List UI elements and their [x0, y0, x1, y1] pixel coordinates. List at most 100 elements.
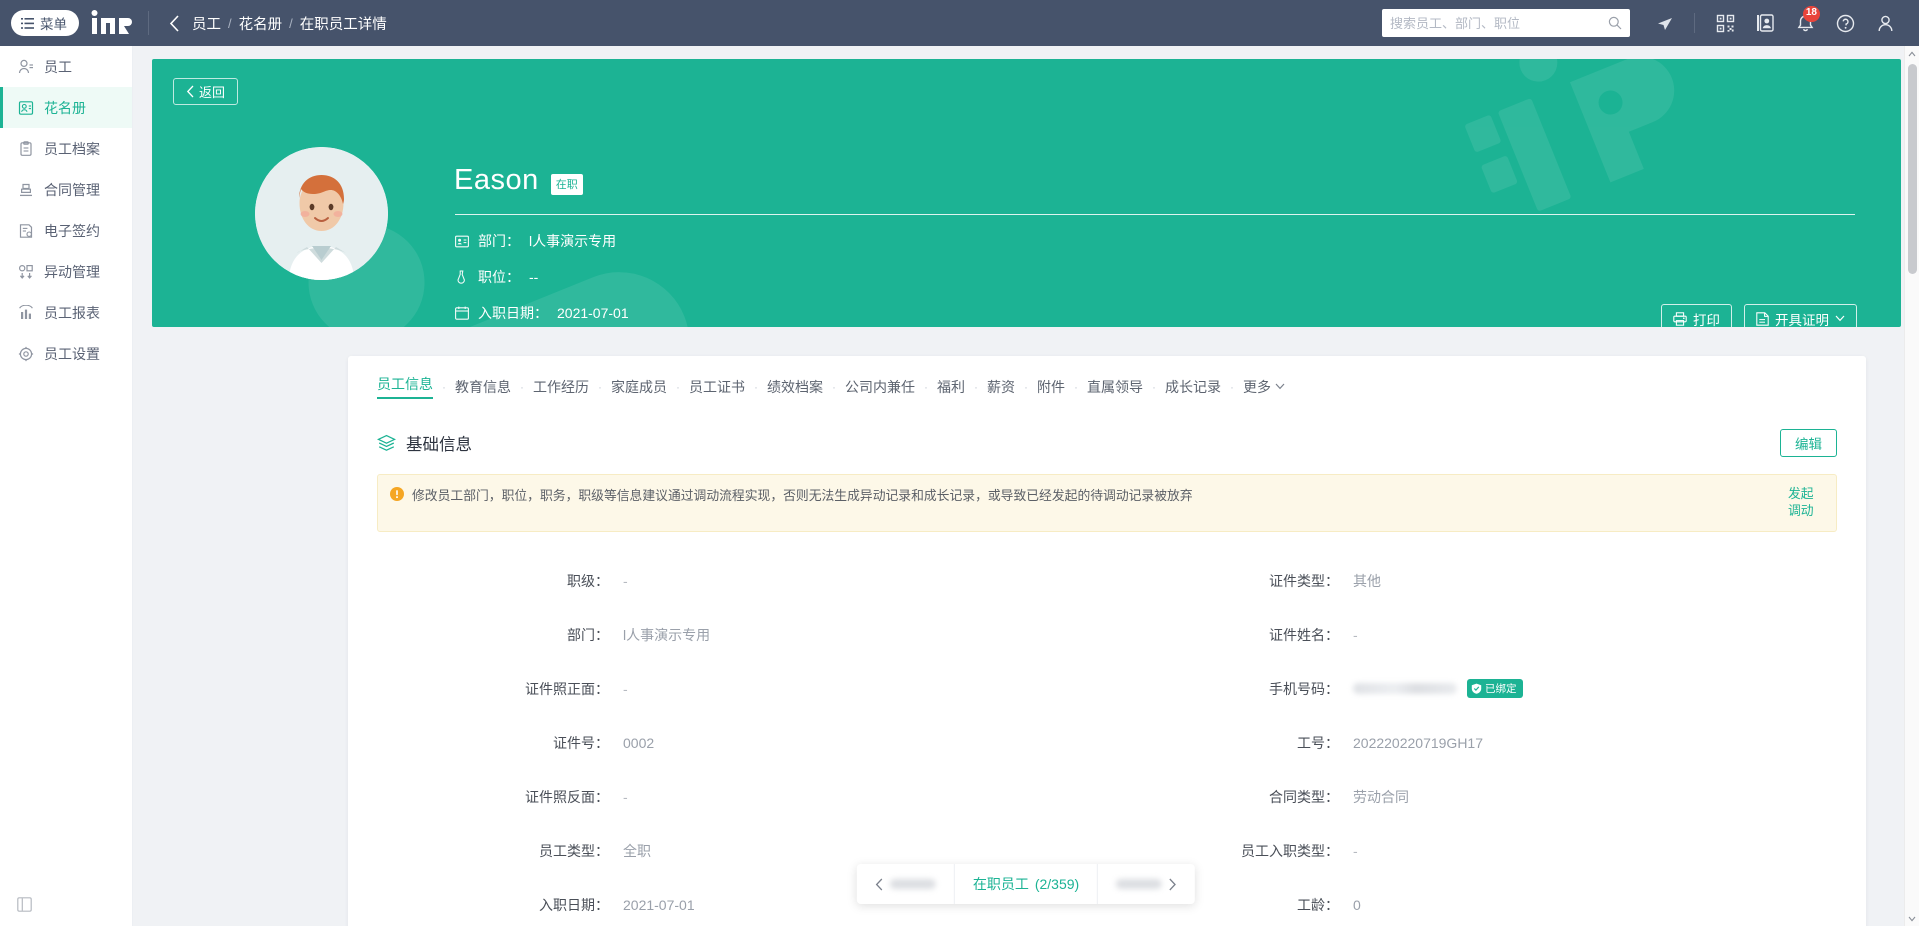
qr-code-button[interactable]	[1705, 0, 1745, 46]
menu-button[interactable]: 菜单	[11, 10, 79, 36]
sidebar-item-label: 员工报表	[44, 303, 100, 323]
field-row: 合同类型： 劳动合同	[1107, 770, 1837, 824]
sidebar-item-label: 异动管理	[44, 262, 100, 282]
sidebar-item-label: 员工档案	[44, 139, 100, 159]
help-button[interactable]	[1825, 0, 1865, 46]
tab-education-info[interactable]: 教育信息	[455, 377, 511, 397]
tab-separator: ·	[924, 380, 928, 394]
brand-logo	[90, 10, 132, 36]
tab-work-experience[interactable]: 工作经历	[533, 377, 589, 397]
ihr-logo-icon	[90, 10, 132, 36]
sidebar-item-roster[interactable]: 花名册	[0, 87, 132, 128]
avatar-illustration-icon	[255, 147, 388, 280]
back-button[interactable]: 返回	[173, 78, 238, 105]
field-value: 劳动合同	[1353, 787, 1409, 807]
tab-more-button[interactable]: 更多	[1243, 377, 1285, 397]
breadcrumb-back-button[interactable]	[165, 15, 184, 32]
sidebar-item-contract[interactable]: 合同管理	[0, 169, 132, 210]
tab-separator: ·	[974, 380, 978, 394]
file-icon	[17, 140, 34, 157]
field-value: 202220220719GH17	[1353, 735, 1483, 751]
tab-separator: ·	[832, 380, 836, 394]
scrollbar-thumb[interactable]	[1908, 64, 1917, 274]
chevron-left-icon	[169, 15, 180, 32]
hero-action-buttons: 打印 开具证明	[1661, 304, 1857, 327]
notifications-button[interactable]: 18	[1785, 0, 1825, 46]
tab-certificates[interactable]: 员工证书	[689, 377, 745, 397]
initiate-transfer-link[interactable]: 发起调动	[1788, 485, 1822, 520]
department-icon	[454, 234, 469, 249]
layers-icon	[377, 434, 396, 453]
scroll-up-button[interactable]	[1905, 46, 1919, 61]
field-row: 证件照正面： -	[377, 662, 1107, 716]
tab-growth-record[interactable]: 成长记录	[1165, 377, 1221, 397]
info-value: --	[529, 269, 538, 285]
field-row: 证件类型： 其他	[1107, 554, 1837, 608]
breadcrumb-item-1[interactable]: 花名册	[239, 13, 283, 34]
contacts-button[interactable]	[1745, 0, 1785, 46]
tab-benefits[interactable]: 福利	[937, 377, 965, 397]
chevron-down-icon	[1908, 916, 1916, 922]
collapse-icon	[17, 897, 32, 912]
edit-button[interactable]: 编辑	[1780, 429, 1837, 457]
header-actions: 18	[1382, 0, 1919, 46]
employee-pager: 在职员工 (2/359)	[857, 864, 1195, 904]
sidebar-item-label: 花名册	[44, 98, 86, 118]
pager-current[interactable]: 在职员工 (2/359)	[955, 864, 1098, 904]
tab-employee-info[interactable]: 员工信息	[377, 374, 433, 399]
sidebar-item-label: 员工设置	[44, 344, 100, 364]
scroll-down-button[interactable]	[1905, 911, 1919, 926]
sidebar-item-employee[interactable]: 员工	[0, 46, 132, 87]
info-position: 职位： --	[454, 267, 1855, 287]
header-icon-divider	[1694, 13, 1695, 33]
sidebar: 员工 花名册	[0, 46, 133, 926]
breadcrumb: 员工 / 花名册 / 在职员工详情	[192, 13, 387, 34]
sidebar-item-file[interactable]: 员工档案	[0, 128, 132, 169]
pager-next-button[interactable]	[1098, 864, 1195, 904]
field-label: 员工类型：	[377, 841, 623, 861]
field-row: 职级： -	[377, 554, 1107, 608]
field-row: 部门： l人事演示专用	[377, 608, 1107, 662]
tab-direct-leader[interactable]: 直属领导	[1087, 377, 1143, 397]
breadcrumb-item-0[interactable]: 员工	[192, 13, 221, 34]
print-button[interactable]: 打印	[1661, 304, 1732, 327]
search-input[interactable]	[1390, 16, 1608, 31]
sidebar-item-esign[interactable]: 电子签约	[0, 210, 132, 251]
pager-count: (2/359)	[1035, 876, 1079, 892]
tab-performance[interactable]: 绩效档案	[767, 377, 823, 397]
sidebar-item-settings[interactable]: 员工设置	[0, 333, 132, 374]
esign-icon	[17, 222, 34, 239]
tab-separator: ·	[442, 380, 446, 394]
sidebar-collapse-button[interactable]	[0, 882, 132, 926]
tab-salary[interactable]: 薪资	[987, 377, 1015, 397]
search-icon[interactable]	[1608, 16, 1622, 30]
settings-icon	[17, 345, 34, 362]
tab-family-members[interactable]: 家庭成员	[611, 377, 667, 397]
roster-icon	[17, 99, 34, 116]
page-title: Eason	[454, 164, 539, 197]
sidebar-item-transfer[interactable]: 异动管理	[0, 251, 132, 292]
section-title: 基础信息	[377, 431, 472, 455]
user-profile-button[interactable]	[1865, 0, 1905, 46]
tab-separator: ·	[520, 380, 524, 394]
field-row: 工龄： 0	[1107, 878, 1837, 926]
info-department: 部门： l人事演示专用	[454, 231, 1855, 251]
help-circle-icon	[1836, 14, 1855, 33]
tab-internal-concurrent[interactable]: 公司内兼任	[845, 377, 915, 397]
pager-prev-button[interactable]	[857, 864, 955, 904]
breadcrumb-item-2[interactable]: 在职员工详情	[300, 13, 387, 34]
global-search[interactable]	[1382, 9, 1630, 37]
tab-attachments[interactable]: 附件	[1037, 377, 1065, 397]
sidebar-item-label: 员工	[44, 57, 72, 77]
scroll-area: 返回	[133, 46, 1919, 926]
hero-divider	[455, 214, 1855, 215]
employee-icon	[17, 58, 34, 75]
issue-certificate-label: 开具证明	[1775, 309, 1829, 328]
tab-separator: ·	[1152, 380, 1156, 394]
field-row: 证件号： 0002	[377, 716, 1107, 770]
sidebar-item-report[interactable]: 员工报表	[0, 292, 132, 333]
issue-certificate-button[interactable]: 开具证明	[1744, 304, 1857, 327]
shield-check-icon	[1471, 683, 1482, 694]
send-button[interactable]	[1644, 0, 1684, 46]
vertical-scrollbar[interactable]	[1904, 46, 1919, 926]
